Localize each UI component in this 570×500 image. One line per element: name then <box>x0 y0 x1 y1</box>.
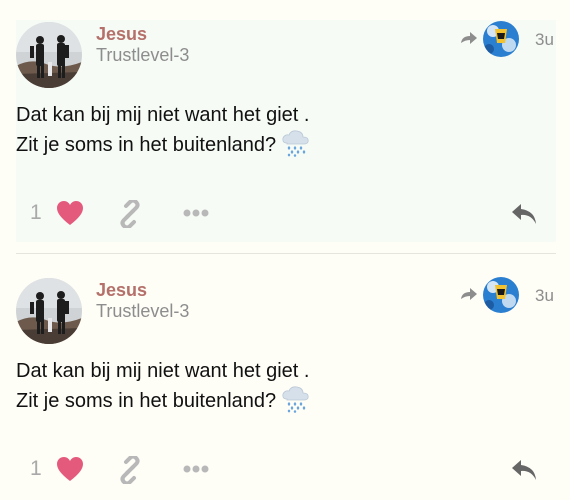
post-body-line: Zit je soms in het buitenland? <box>16 134 277 156</box>
link-icon[interactable] <box>116 200 144 228</box>
post-date[interactable]: 3u <box>535 286 554 306</box>
reply-icon[interactable] <box>510 201 538 227</box>
reply-to-avatar[interactable] <box>483 21 519 57</box>
user-title: Trustlevel-3 <box>96 45 190 65</box>
reply-icon[interactable] <box>510 457 538 483</box>
post-body-line: Dat kan bij mij niet want het giet . <box>16 104 310 126</box>
heart-icon[interactable] <box>56 456 84 482</box>
username[interactable]: Jesus <box>96 24 147 45</box>
post-body: Dat kan bij mij niet want het giet . Zit… <box>16 102 312 159</box>
like-count[interactable]: 1 <box>30 457 42 481</box>
username[interactable]: Jesus <box>96 280 147 301</box>
cloud-with-rain-icon <box>282 386 309 413</box>
heart-icon[interactable] <box>56 200 84 226</box>
reply-arrow-icon[interactable] <box>458 28 480 50</box>
ellipsis-icon[interactable] <box>182 464 210 474</box>
post-date[interactable]: 3u <box>535 30 554 50</box>
post-body-line: Zit je soms in het buitenland? <box>16 390 277 412</box>
post: Jesus Trustlevel-3 3u Dat kan bij mij ni… <box>16 20 556 242</box>
user-title: Trustlevel-3 <box>96 301 190 321</box>
post-divider <box>16 253 556 254</box>
avatar[interactable] <box>16 22 82 88</box>
ellipsis-icon[interactable] <box>182 208 210 218</box>
post-body: Dat kan bij mij niet want het giet . Zit… <box>16 358 312 415</box>
reply-arrow-icon[interactable] <box>458 284 480 306</box>
post-body-line: Dat kan bij mij niet want het giet . <box>16 360 310 382</box>
cloud-with-rain-icon <box>282 130 309 157</box>
link-icon[interactable] <box>116 456 144 484</box>
avatar[interactable] <box>16 278 82 344</box>
post: Jesus Trustlevel-3 3u Dat kan bij mij ni… <box>16 276 556 498</box>
like-count[interactable]: 1 <box>30 201 42 225</box>
reply-to-avatar[interactable] <box>483 277 519 313</box>
